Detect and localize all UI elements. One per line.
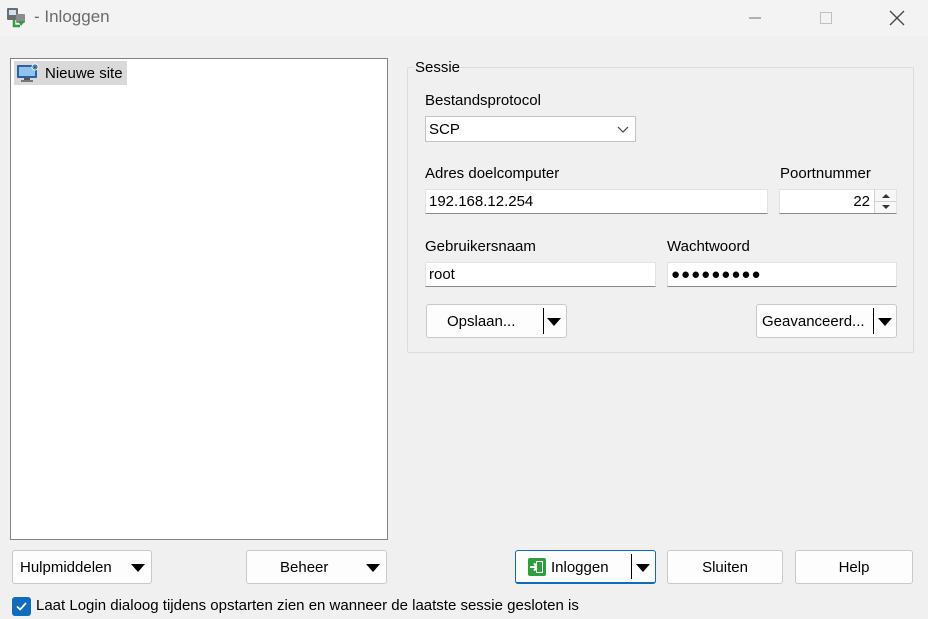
winscp-icon [6,6,28,28]
protocol-select[interactable]: SCP [425,116,636,142]
arrow-up-icon [881,193,890,198]
tree-item-label: Nieuwe site [45,64,123,82]
close-dialog-button-label: Sluiten [702,558,748,576]
tools-button[interactable]: Hulpmiddelen [12,550,152,584]
help-button[interactable]: Help [795,550,913,584]
dropdown-arrow-icon[interactable] [878,318,892,326]
username-label: Gebruikersnaam [425,238,536,255]
port-increment-button[interactable] [875,190,896,201]
protocol-value: SCP [429,120,460,138]
close-dialog-button[interactable]: Sluiten [667,550,783,584]
split-separator [873,308,874,334]
maximize-icon [820,12,832,24]
username-input[interactable]: root [425,262,656,287]
port-label: Poortnummer [780,165,871,182]
close-window-button[interactable] [874,0,920,36]
title-bar [0,0,928,36]
minimize-button[interactable] [732,0,778,36]
login-icon [528,558,546,576]
tools-button-label: Hulpmiddelen [20,559,112,576]
host-input[interactable]: 192.168.12.254 [425,189,768,214]
chevron-down-icon [617,126,629,133]
close-icon [889,10,905,26]
dropdown-arrow-icon[interactable] [636,564,650,572]
login-button[interactable]: Inloggen [515,550,656,584]
split-separator [543,308,544,334]
advanced-button[interactable]: Geavanceerd... [756,304,897,338]
login-button-label: Inloggen [551,559,609,576]
help-button-label: Help [838,558,870,576]
password-label: Wachtwoord [667,238,750,255]
tree-item-new-site[interactable]: Nieuwe site [14,61,127,85]
split-separator [631,554,632,579]
host-label: Adres doelcomputer [425,165,560,182]
manage-button[interactable]: Beheer [246,550,387,584]
session-legend: Sessie [414,59,462,76]
maximize-button[interactable] [803,0,849,36]
port-decrement-button[interactable] [875,201,896,212]
dropdown-arrow-icon [366,564,380,572]
window-title: - Inloggen [34,7,110,26]
protocol-label: Bestandsprotocol [425,92,541,109]
save-button[interactable]: Opslaan... [426,304,567,338]
new-site-monitor-icon [17,63,39,82]
advanced-button-label: Geavanceerd... [762,313,865,330]
checkmark-icon [16,602,27,611]
port-stepper[interactable] [874,190,896,213]
dropdown-arrow-icon[interactable] [547,318,561,326]
minimize-icon [749,17,761,19]
startup-checkbox[interactable] [12,597,31,616]
save-button-label: Opslaan... [447,313,516,330]
dropdown-arrow-icon [131,564,145,572]
password-input[interactable]: ●●●●●●●●● [667,262,897,287]
arrow-down-icon [881,205,890,209]
manage-button-label: Beheer [280,559,329,576]
startup-checkbox-label[interactable]: Laat Login dialoog tijdens opstarten zie… [36,597,579,614]
site-tree[interactable]: Nieuwe site [10,58,388,540]
